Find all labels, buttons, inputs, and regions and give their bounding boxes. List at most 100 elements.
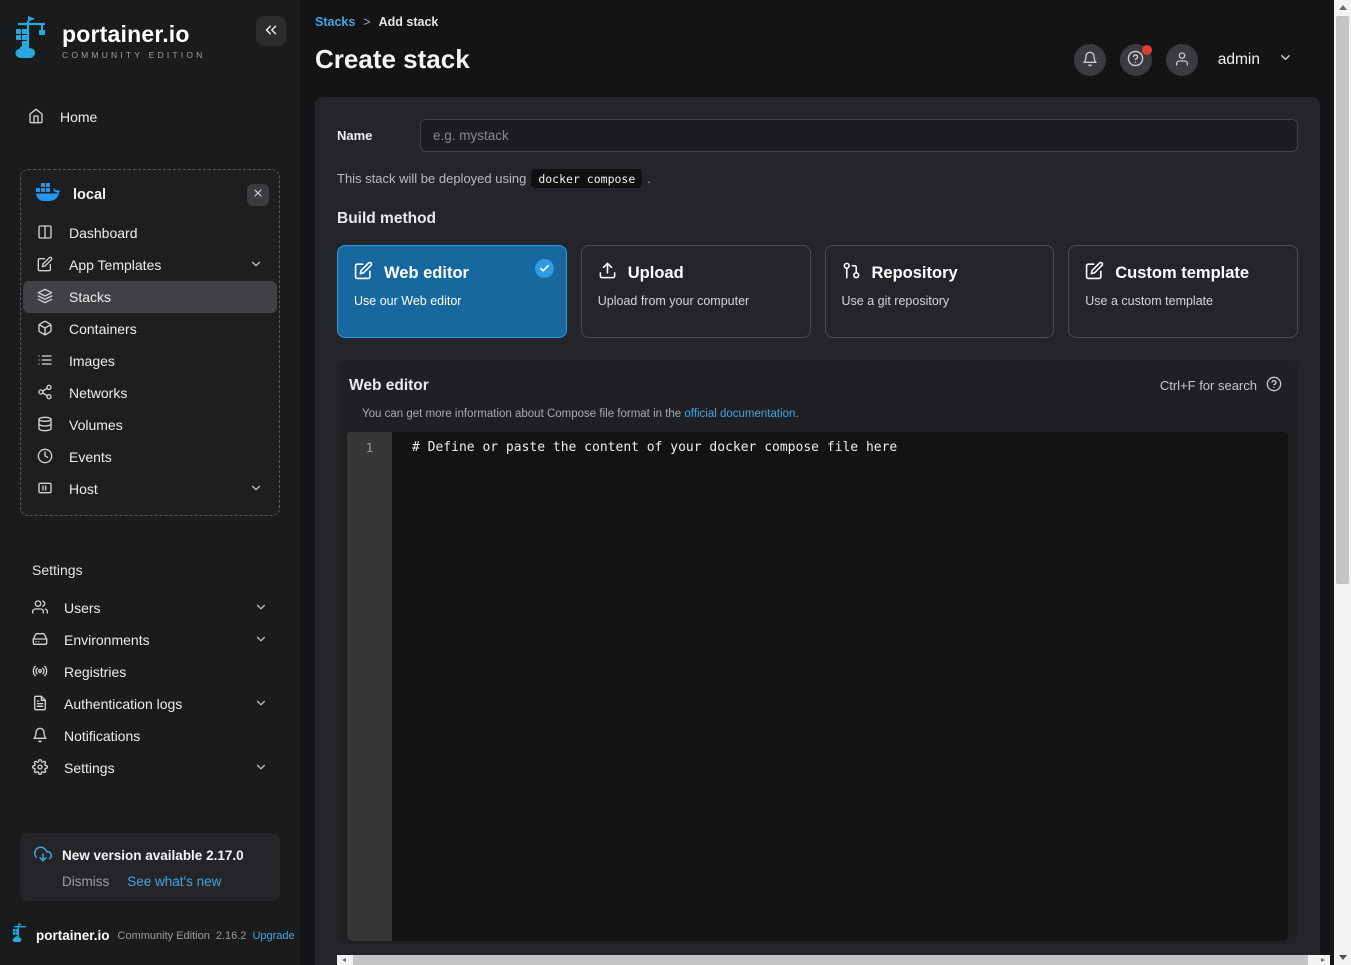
build-option-repository[interactable]: Repository Use a git repository (825, 245, 1055, 338)
footer-brand: portainer.io (36, 928, 110, 943)
main-area: Stacks > Add stack Create stack admin Na… (300, 0, 1334, 965)
sidebar-item-label: Users (64, 600, 101, 616)
containers-icon (37, 320, 53, 339)
events-icon (37, 448, 53, 467)
help-button[interactable] (1120, 44, 1152, 76)
notifications-icon (32, 727, 48, 746)
breadcrumb: Stacks > Add stack (315, 15, 438, 29)
sidebar-item-home[interactable]: Home (10, 101, 290, 133)
sidebar-item-environments[interactable]: Environments (10, 624, 290, 656)
upgrade-link[interactable]: Upgrade (252, 930, 294, 942)
web-editor-heading: Web editor (349, 377, 429, 395)
images-icon (37, 352, 53, 371)
settings-heading: Settings (32, 562, 290, 578)
update-banner: New version available 2.17.0 Dismiss See… (20, 833, 280, 901)
sidebar-item-events[interactable]: Events (23, 441, 277, 473)
chevron-down-icon (249, 257, 263, 274)
environment-name: local (73, 187, 235, 203)
notifications-button[interactable] (1074, 44, 1106, 76)
sidebar-item-label: Networks (69, 385, 127, 401)
registries-icon (32, 663, 48, 682)
sidebar-item-label: Environments (64, 632, 150, 648)
portainer-crane-icon (14, 16, 54, 65)
horizontal-scrollbar[interactable] (337, 955, 1330, 965)
footer-edition: Community Edition (118, 930, 210, 942)
sidebar-item-app-templates[interactable]: App Templates (23, 249, 277, 281)
chevron-down-icon (249, 481, 263, 498)
sidebar-item-label: Host (69, 481, 98, 497)
build-option-upload[interactable]: Upload Upload from your computer (581, 245, 811, 338)
portainer-logo[interactable]: portainer.io COMMUNITY EDITION (14, 16, 206, 65)
vertical-scrollbar[interactable] (1334, 0, 1351, 965)
environment-close-button[interactable] (247, 184, 269, 206)
git-repository-icon (842, 261, 861, 285)
code-editor: 1 # Define or paste the content of your … (347, 432, 1288, 941)
chevrons-left-icon (262, 21, 280, 42)
sidebar-item-label: Events (69, 449, 112, 465)
sidebar-item-label: Containers (69, 321, 137, 337)
sidebar-footer: portainer.io Community Edition 2.16.2 Up… (12, 922, 295, 949)
build-option-subtitle: Use a custom template (1085, 294, 1281, 308)
sidebar-item-dashboard[interactable]: Dashboard (23, 217, 277, 249)
footer-version: 2.16.2 (216, 930, 247, 942)
sidebar-collapse-button[interactable] (256, 16, 286, 46)
sidebar-item-stacks[interactable]: Stacks (23, 281, 277, 313)
create-stack-panel: Name This stack will be deployed using d… (315, 97, 1320, 965)
sidebar-item-users[interactable]: Users (10, 592, 290, 624)
header-actions: admin (1074, 44, 1293, 76)
sidebar-item-networks[interactable]: Networks (23, 377, 277, 409)
name-field-row: Name (337, 119, 1298, 152)
dismiss-button[interactable]: Dismiss (62, 874, 109, 889)
user-avatar[interactable] (1166, 44, 1198, 76)
build-method-heading: Build method (337, 210, 1298, 228)
brand-edition: COMMUNITY EDITION (62, 50, 206, 60)
sidebar-item-images[interactable]: Images (23, 345, 277, 377)
sidebar: portainer.io COMMUNITY EDITION Home (0, 0, 300, 965)
build-option-title: Web editor (384, 264, 469, 283)
stacks-icon (37, 288, 53, 307)
vertical-scrollbar-thumb[interactable] (1336, 16, 1349, 584)
update-banner-title: New version available 2.17.0 (62, 848, 244, 863)
editor-gutter: 1 (347, 432, 392, 941)
sidebar-item-containers[interactable]: Containers (23, 313, 277, 345)
horizontal-scrollbar-thumb[interactable] (353, 955, 1308, 965)
sidebar-item-label: App Templates (69, 257, 161, 273)
deploy-method-chip: docker compose (531, 169, 642, 188)
build-option-web-editor[interactable]: Web editor Use our Web editor (337, 245, 567, 338)
scroll-left-arrow[interactable] (337, 955, 353, 965)
breadcrumb-stacks-link[interactable]: Stacks (315, 15, 355, 29)
build-option-subtitle: Upload from your computer (598, 294, 794, 308)
build-option-title: Upload (628, 264, 684, 283)
sidebar-item-label: Registries (64, 664, 126, 680)
chevron-down-icon (254, 600, 268, 617)
sidebar-item-label: Settings (64, 760, 115, 776)
see-whats-new-link[interactable]: See what's new (127, 874, 221, 889)
environments-icon (32, 631, 48, 650)
help-circle-icon[interactable] (1266, 376, 1282, 395)
sidebar-item-host[interactable]: Host (23, 473, 277, 505)
name-label: Name (337, 128, 420, 143)
sidebar-item-settings[interactable]: Settings (10, 752, 290, 784)
chevron-down-icon[interactable] (1278, 50, 1293, 70)
user-icon (1174, 51, 1190, 70)
sidebar-item-authentication-logs[interactable]: Authentication logs (10, 688, 290, 720)
sidebar-item-label: Notifications (64, 728, 140, 744)
scroll-right-arrow[interactable] (1314, 955, 1330, 965)
stack-name-input[interactable] (420, 119, 1298, 152)
official-documentation-link[interactable]: official documentation (684, 408, 795, 420)
editor-textarea[interactable]: # Define or paste the content of your do… (392, 432, 1288, 941)
username[interactable]: admin (1218, 51, 1260, 69)
scroll-up-arrow[interactable] (1334, 0, 1351, 16)
scroll-down-arrow[interactable] (1334, 949, 1351, 965)
compose-info-suffix: . (795, 408, 798, 420)
home-icon (28, 108, 44, 127)
networks-icon (37, 384, 53, 403)
sidebar-item-notifications[interactable]: Notifications (10, 720, 290, 752)
build-option-custom-template[interactable]: Custom template Use a custom template (1068, 245, 1298, 338)
sidebar-item-volumes[interactable]: Volumes (23, 409, 277, 441)
sidebar-item-registries[interactable]: Registries (10, 656, 290, 688)
sidebar-item-label: Stacks (69, 289, 111, 305)
line-number: 1 (366, 440, 374, 455)
volumes-icon (37, 416, 53, 435)
chevron-down-icon (254, 696, 268, 713)
